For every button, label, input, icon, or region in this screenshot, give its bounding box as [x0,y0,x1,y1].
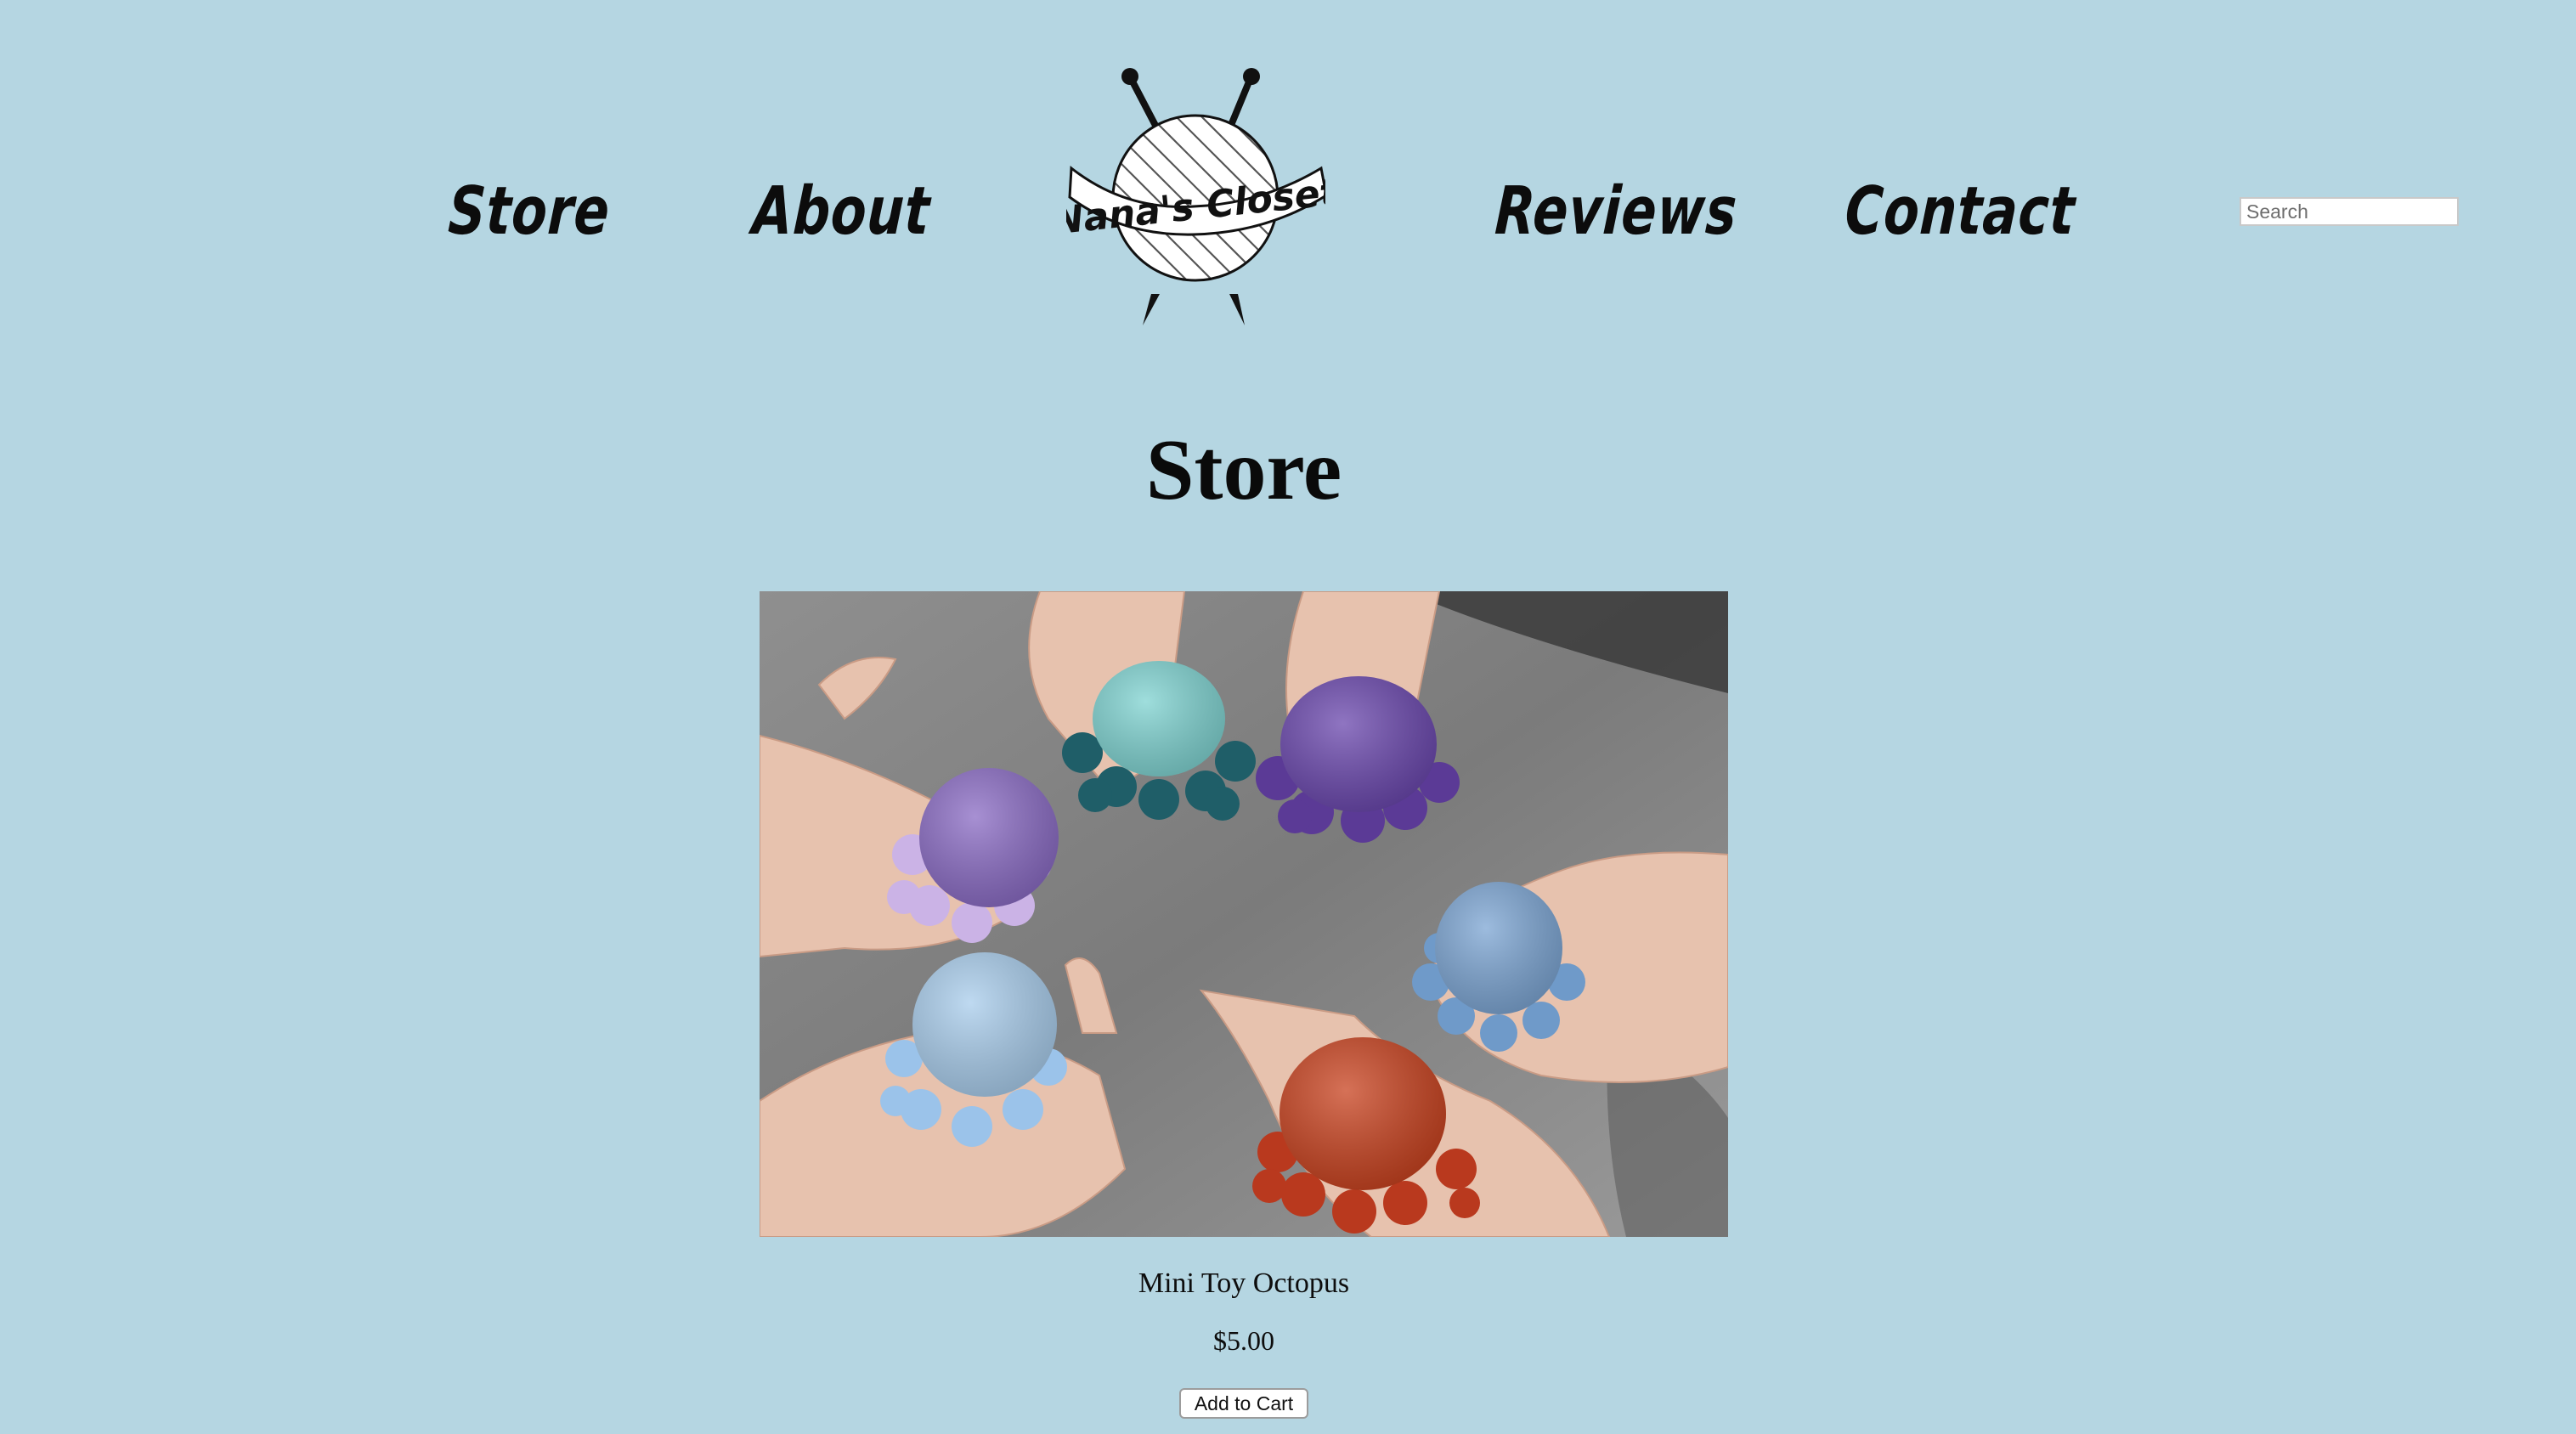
product-price: $5.00 [1213,1325,1274,1356]
product-image [760,591,1728,1237]
nav-link-store[interactable]: Store [446,173,612,250]
product-name: Mini Toy Octopus [1138,1267,1350,1299]
add-to-cart-button[interactable]: Add to Cart [1179,1388,1308,1419]
logo[interactable]: Nana's Closet [1066,66,1325,330]
nav-link-reviews[interactable]: Reviews [1493,173,1739,250]
search-input[interactable] [2240,197,2459,226]
page-title: Store [1145,422,1342,518]
nav-link-about[interactable]: About [750,173,932,250]
nav-link-contact[interactable]: Contact [1843,173,2076,250]
